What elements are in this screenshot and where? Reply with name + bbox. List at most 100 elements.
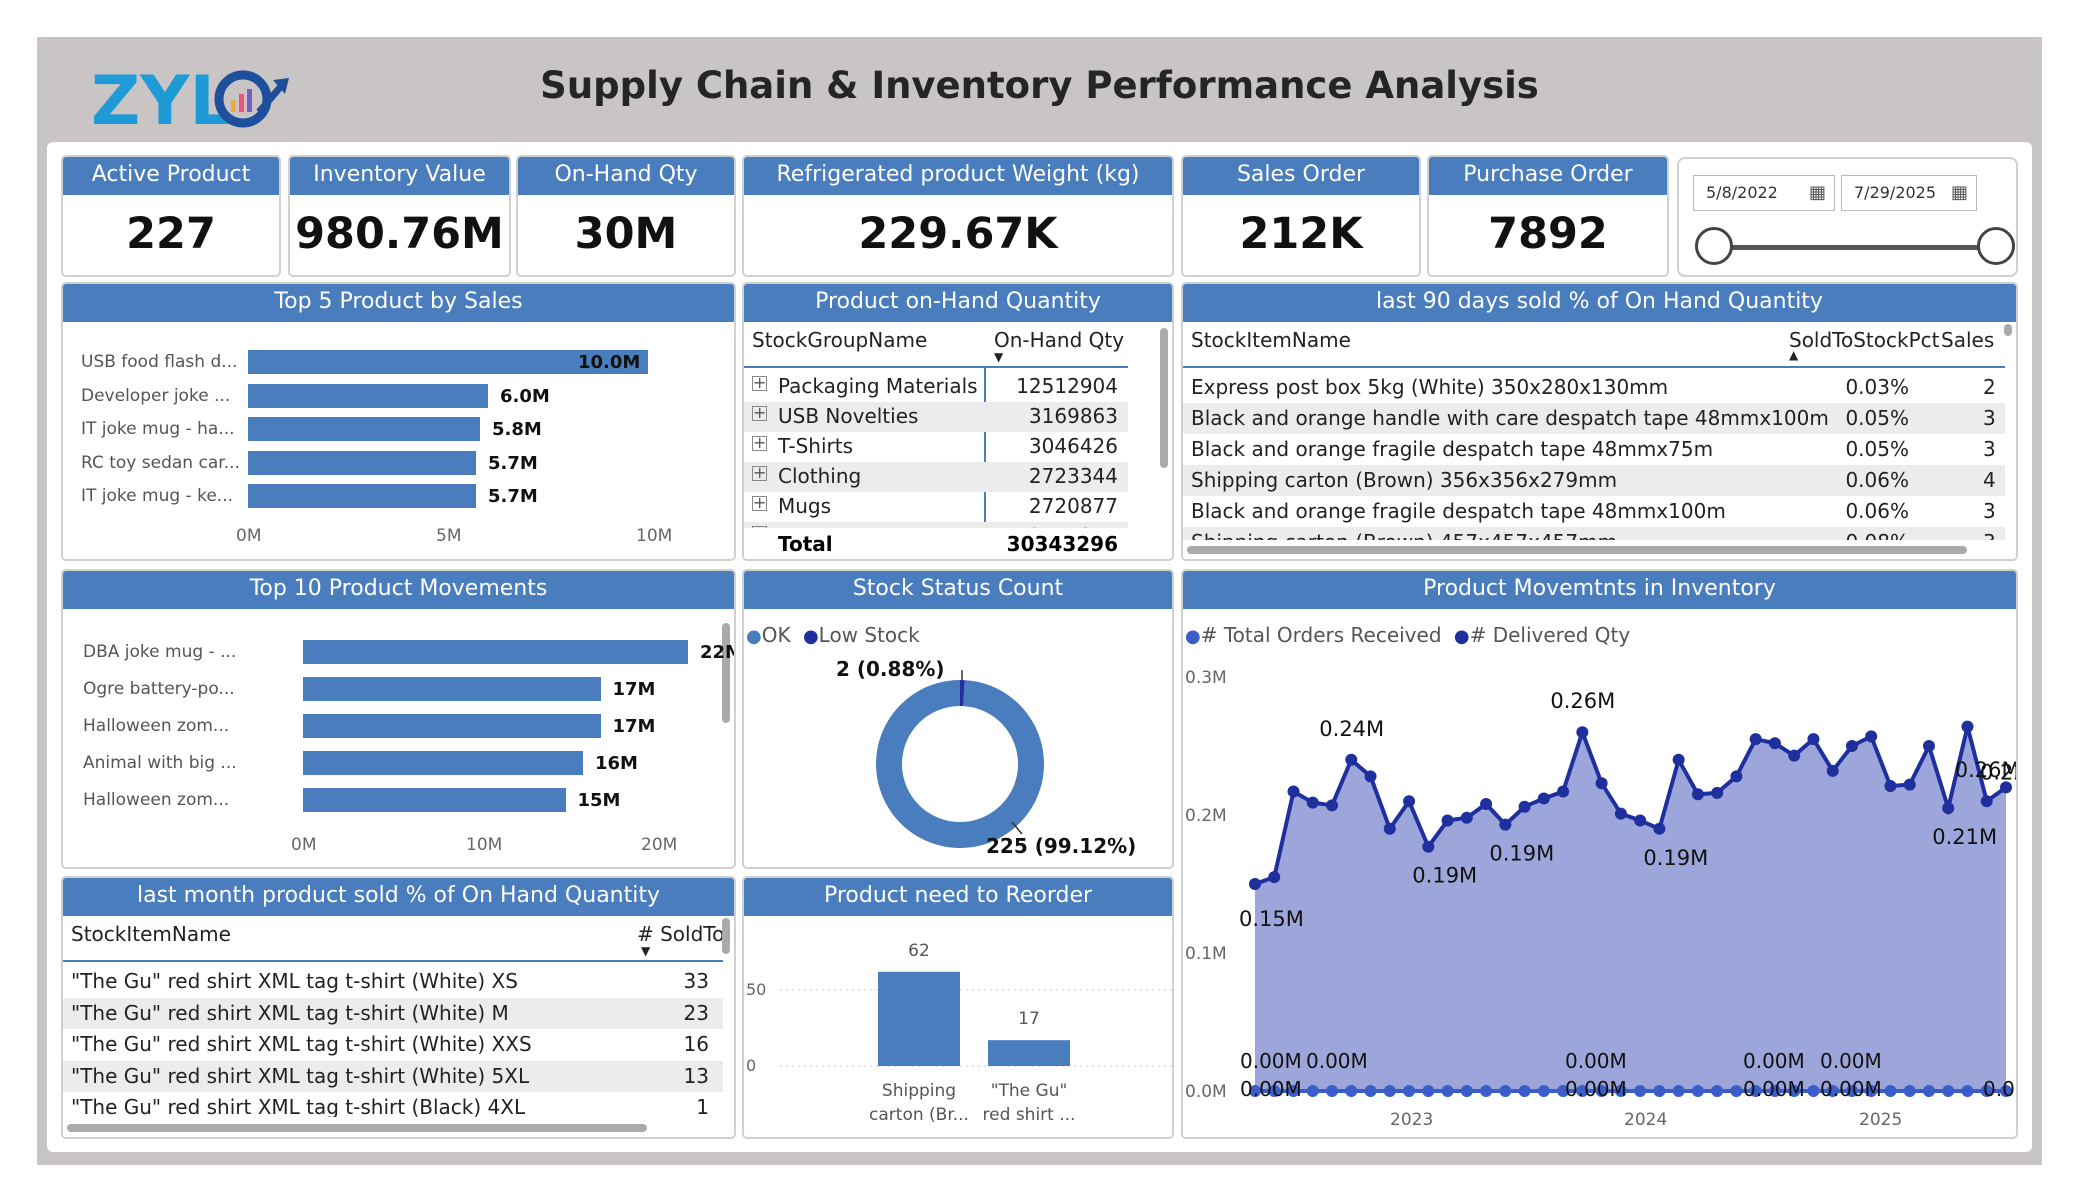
received-point[interactable] <box>1903 778 1916 791</box>
scrollbar[interactable] <box>1160 328 1168 468</box>
kpi-onhand-qty[interactable]: On-Hand Qty 30M <box>516 155 736 277</box>
delivered-point[interactable] <box>1730 1085 1743 1097</box>
kpi-refrigerated-weight[interactable]: Refrigerated product Weight (kg) 229.67K <box>742 155 1174 277</box>
delivered-point[interactable] <box>1711 1085 1724 1097</box>
received-point[interactable] <box>1711 786 1724 799</box>
lastmonth-table-card[interactable]: last month product sold % of On Hand Qua… <box>61 876 736 1139</box>
table-row[interactable]: Shipping carton (Brown) 457x457x457mm 0.0… <box>1183 527 2005 540</box>
bar[interactable] <box>248 450 476 475</box>
received-point[interactable] <box>1691 788 1704 801</box>
movements-card[interactable]: Product Movemtnts in Inventory ●# Total … <box>1181 569 2018 1139</box>
received-point[interactable] <box>1672 753 1685 766</box>
bar[interactable] <box>248 417 480 441</box>
kpi-purchase-order[interactable]: Purchase Order 7892 <box>1427 155 1669 277</box>
sort-asc-icon[interactable]: ▲ <box>1789 348 1798 362</box>
received-point[interactable] <box>1807 733 1820 746</box>
received-point[interactable] <box>1557 785 1570 798</box>
received-point[interactable] <box>1460 811 1473 824</box>
delivered-point[interactable] <box>1499 1085 1512 1097</box>
start-date-input[interactable]: 5/8/2022 ▦ <box>1693 175 1835 211</box>
received-point[interactable] <box>1845 740 1858 752</box>
table-row[interactable]: "The Gu" red shirt XML tag t-shirt (Blac… <box>63 1092 723 1117</box>
delivered-point[interactable] <box>1345 1085 1358 1097</box>
scrollbar[interactable] <box>722 623 730 723</box>
delivered-point[interactable] <box>1903 1085 1916 1097</box>
received-point[interactable] <box>1961 720 1974 733</box>
bar[interactable] <box>303 640 688 664</box>
delivered-point[interactable] <box>1672 1085 1685 1097</box>
bar[interactable] <box>303 751 583 775</box>
delivered-point[interactable] <box>1441 1085 1454 1097</box>
h-scrollbar[interactable] <box>1187 546 1967 554</box>
table-row[interactable]: "The Gu" red shirt XML tag t-shirt (Whit… <box>63 966 723 997</box>
received-point[interactable] <box>1865 730 1878 743</box>
received-point[interactable] <box>1653 822 1666 835</box>
scrollbar[interactable] <box>722 918 730 954</box>
bar[interactable] <box>248 484 476 508</box>
received-point[interactable] <box>1326 799 1339 812</box>
last90-table-card[interactable]: last 90 days sold % of On Hand Quantity … <box>1181 282 2018 561</box>
received-point[interactable] <box>1749 733 1762 746</box>
received-point[interactable] <box>1614 807 1627 820</box>
slider-end-handle[interactable] <box>1977 227 2015 265</box>
delivered-point[interactable] <box>1422 1085 1435 1097</box>
col-header-stockitem[interactable]: StockItemName <box>1191 328 1351 352</box>
slider-start-handle[interactable] <box>1695 227 1733 265</box>
delivered-point[interactable] <box>1653 1085 1666 1097</box>
table-row[interactable]: + Mugs 2720877 <box>744 492 1128 522</box>
received-point[interactable] <box>1980 795 1993 808</box>
col-header-stockitem[interactable]: StockItemName <box>71 922 231 946</box>
received-point[interactable] <box>1922 740 1935 752</box>
received-point[interactable] <box>1403 795 1416 808</box>
delivered-point[interactable] <box>1634 1085 1647 1097</box>
table-row[interactable]: "The Gu" red shirt XML tag t-shirt (Whit… <box>63 1029 723 1060</box>
delivered-point[interactable] <box>1383 1085 1396 1097</box>
col-header-sales[interactable]: Sales C <box>1941 328 2001 352</box>
received-point[interactable] <box>1595 777 1608 790</box>
received-point[interactable] <box>1422 840 1435 853</box>
delivered-point[interactable] <box>1807 1085 1820 1097</box>
received-point[interactable] <box>1345 753 1358 766</box>
delivered-point[interactable] <box>1884 1085 1897 1097</box>
col-header-soldtostock[interactable]: SoldToStockPct <box>1789 328 1940 352</box>
sort-desc-icon[interactable]: ▼ <box>994 350 1003 364</box>
expand-icon[interactable]: + <box>752 465 767 481</box>
bar[interactable] <box>303 788 566 812</box>
received-point[interactable] <box>1480 797 1493 810</box>
table-row[interactable]: + Packaging Materials 12512904 <box>744 372 1128 402</box>
calendar-icon[interactable]: ▦ <box>1809 176 1826 210</box>
table-row[interactable]: Black and orange handle with care despat… <box>1183 403 2005 434</box>
end-date-input[interactable]: 7/29/2025 ▦ <box>1841 175 1977 211</box>
expand-icon[interactable]: + <box>752 495 767 511</box>
stock-status-card[interactable]: Stock Status Count ●OK ●Low Stock 2 (0.8… <box>742 569 1174 869</box>
h-scrollbar[interactable] <box>67 1124 647 1132</box>
received-point[interactable] <box>1441 814 1454 827</box>
scrollbar[interactable] <box>2004 324 2012 336</box>
top5-sales-card[interactable]: Top 5 Product by Sales USB food flash d.… <box>61 282 736 561</box>
table-row[interactable]: "The Gu" red shirt XML tag t-shirt (Whit… <box>63 1060 723 1092</box>
received-point[interactable] <box>1884 780 1897 793</box>
slider-track[interactable] <box>1715 245 1993 250</box>
bar[interactable] <box>303 677 601 701</box>
table-row[interactable]: Black and orange fragile despatch tape 4… <box>1183 496 2005 527</box>
received-point[interactable] <box>1576 726 1589 739</box>
table-row[interactable]: "The Gu" red shirt XML tag t-shirt (Whit… <box>63 997 723 1029</box>
kpi-sales-order[interactable]: Sales Order 212K <box>1181 155 1421 277</box>
delivered-point[interactable] <box>1403 1085 1416 1097</box>
delivered-point[interactable] <box>1326 1085 1339 1097</box>
reorder-bar[interactable] <box>878 971 960 1066</box>
expand-icon[interactable]: + <box>752 375 767 391</box>
received-point[interactable] <box>1826 764 1839 777</box>
top10-movements-card[interactable]: Top 10 Product Movements DBA joke mug - … <box>61 569 736 869</box>
delivered-point[interactable] <box>1306 1085 1319 1097</box>
delivered-point[interactable] <box>1518 1085 1531 1097</box>
date-slicer[interactable]: 5/8/2022 ▦ 7/29/2025 ▦ <box>1677 157 2018 277</box>
received-point[interactable] <box>1942 802 1955 815</box>
col-header-soldto[interactable]: # SoldTo <box>637 922 723 946</box>
sort-desc-icon[interactable]: ▼ <box>641 944 650 958</box>
onhand-table-card[interactable]: Product on-Hand Quantity StockGroupName … <box>742 282 1174 561</box>
calendar-icon[interactable]: ▦ <box>1951 176 1968 210</box>
received-point[interactable] <box>1518 800 1531 813</box>
delivered-point[interactable] <box>1961 1085 1974 1097</box>
received-point[interactable] <box>1268 871 1281 884</box>
